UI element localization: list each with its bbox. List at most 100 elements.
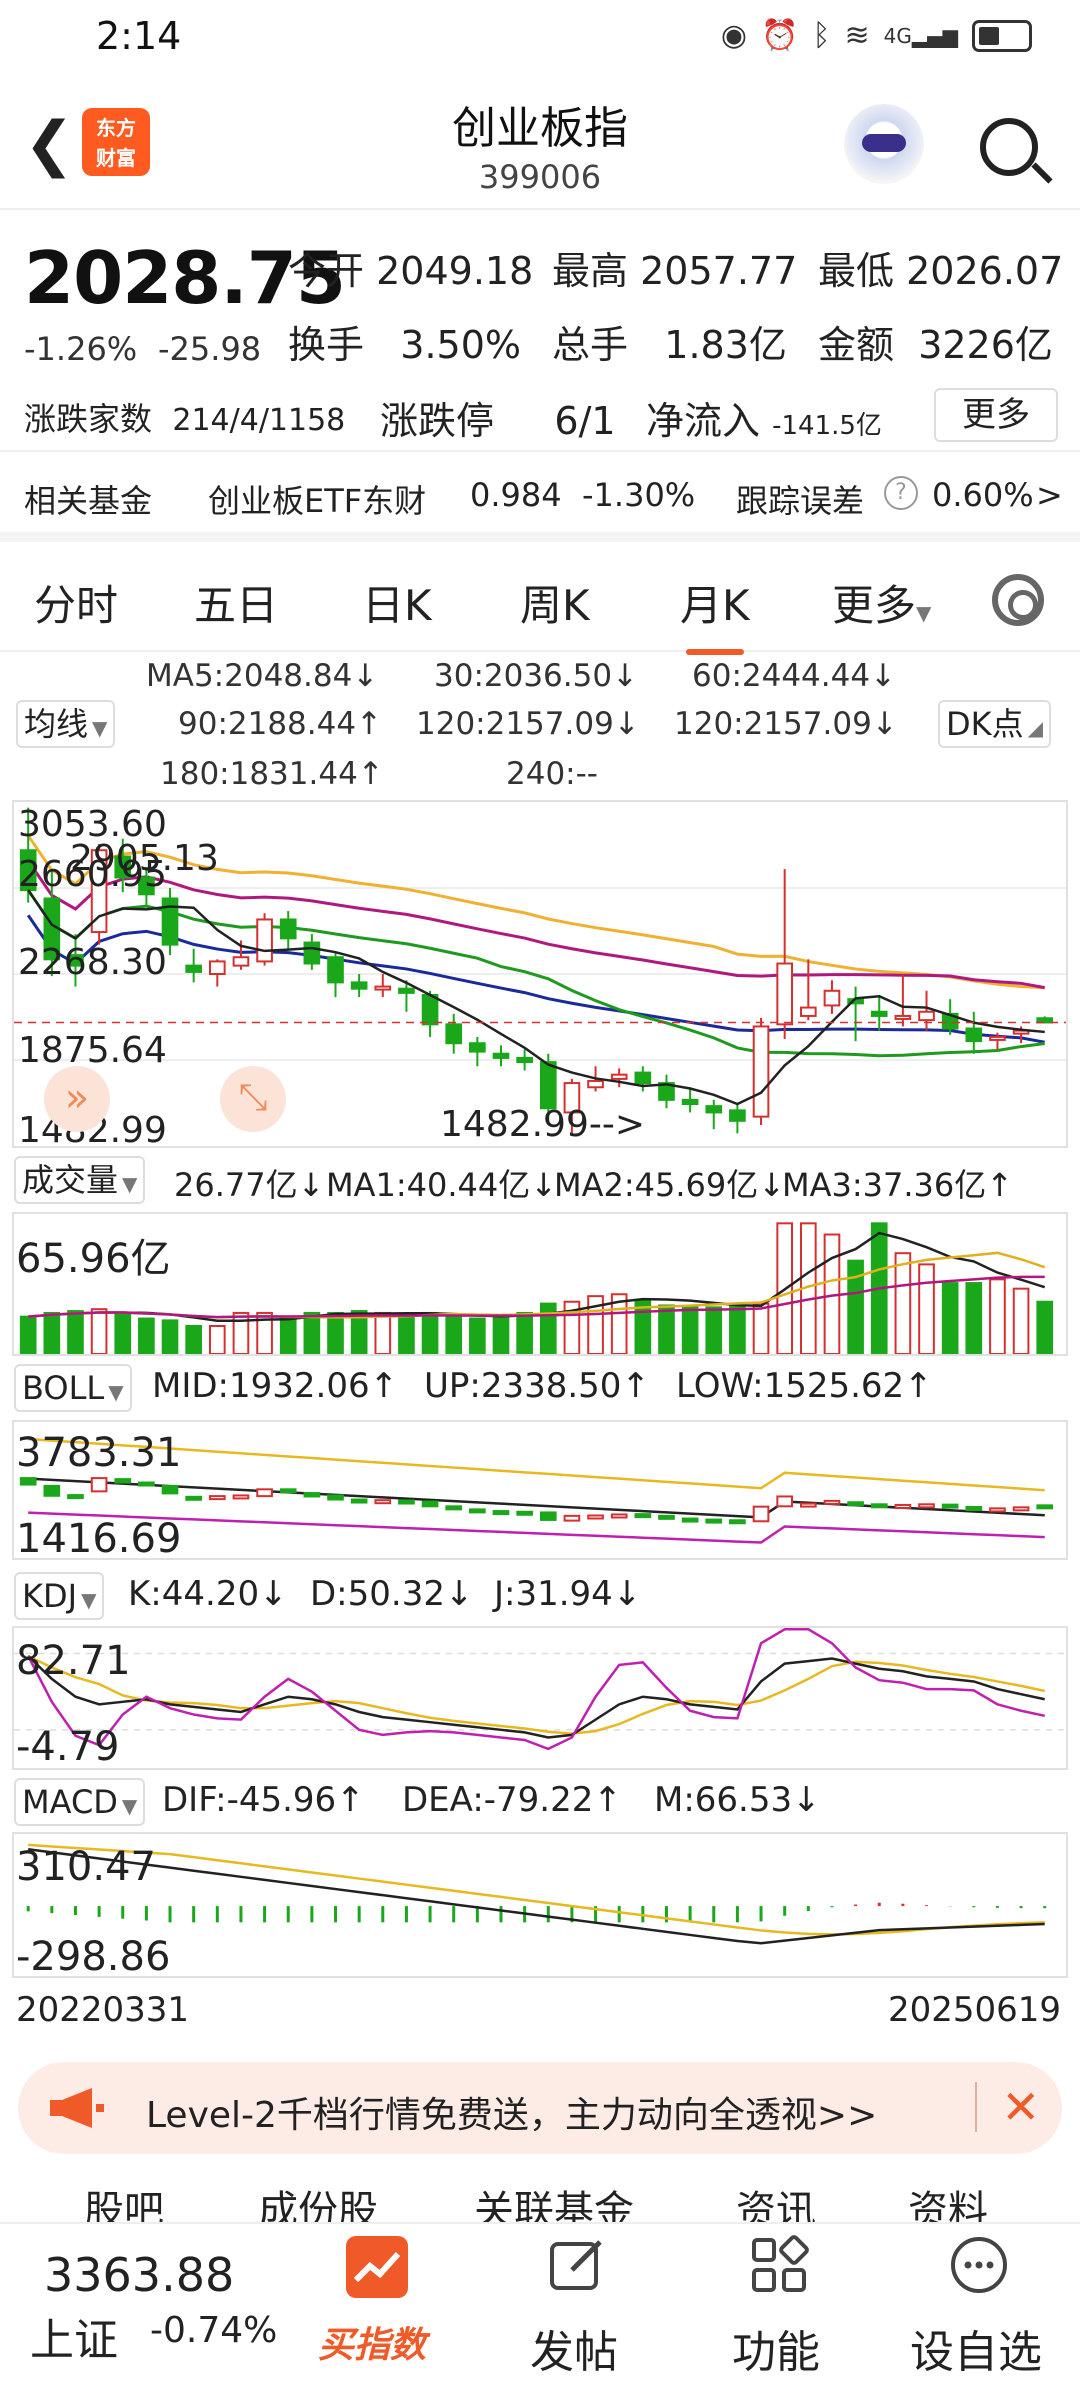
bottom-section-tabs: 股吧 成份股 关联基金 资讯 资料 xyxy=(0,2170,1080,2222)
candle xyxy=(539,1061,557,1110)
sh-index-value[interactable]: 3363.88 xyxy=(44,2248,234,2302)
volume-bar xyxy=(232,1311,250,1354)
tab-intraday[interactable]: 分时 xyxy=(34,572,118,633)
macd-chart[interactable]: 310.47 -298.86 xyxy=(12,1832,1068,1980)
macd-selector[interactable]: MACD ▼ xyxy=(14,1778,146,1826)
ma120-value: 120:2157.09↓ xyxy=(416,706,640,742)
macd-dif-line xyxy=(28,1848,1045,1945)
more-button[interactable]: 更多 xyxy=(934,388,1058,442)
tab-guba[interactable]: 股吧 xyxy=(84,2178,164,2222)
related-fund-row[interactable]: 相关基金 创业板ETF东财 0.984 -1.30% 跟踪误差 ? 0.60% … xyxy=(0,450,1080,542)
tab-five-day[interactable]: 五日 xyxy=(194,572,278,633)
boll-top-label: 3783.31 xyxy=(16,1430,182,1476)
volume-bar xyxy=(421,1311,439,1354)
open-label: 今开 xyxy=(288,249,365,293)
volume-bar xyxy=(752,1302,770,1354)
boll-candle xyxy=(19,1477,37,1486)
assistant-robot-icon[interactable] xyxy=(844,104,924,184)
help-icon[interactable]: ? xyxy=(884,476,918,510)
alarm-icon: ⏰ xyxy=(761,18,799,53)
boll-candle xyxy=(303,1492,321,1498)
tab-constituents[interactable]: 成份股 xyxy=(258,2178,378,2222)
candle xyxy=(445,1023,463,1045)
volume-chart[interactable]: 65.96亿 xyxy=(12,1212,1068,1356)
boll-candle xyxy=(587,1514,604,1520)
boll-candle xyxy=(681,1517,699,1523)
ma5-value: MA5:2048.84↓ xyxy=(146,658,379,694)
low-label: 最低 xyxy=(818,249,895,293)
breadth-value: 214/4/1158 xyxy=(172,403,346,438)
boll-candle xyxy=(965,1506,983,1511)
fund-name[interactable]: 创业板ETF东财 xyxy=(208,476,426,522)
search-icon[interactable] xyxy=(980,118,1038,176)
volume-bar xyxy=(705,1306,723,1354)
change-percent: -1.26% xyxy=(24,330,138,368)
tab-news[interactable]: 资讯 xyxy=(736,2178,816,2222)
more-circle-icon[interactable] xyxy=(948,2234,1010,2296)
tab-daily-k[interactable]: 日K xyxy=(362,572,432,633)
volume-value: 26.77亿↓ xyxy=(174,1166,325,1204)
amount-label: 金额 xyxy=(818,323,895,367)
chevron-right-icon: > xyxy=(1036,476,1063,514)
candle xyxy=(870,1010,888,1017)
add-favorite-label[interactable]: 设自选 xyxy=(910,2316,1042,2380)
volume-bar xyxy=(67,1310,84,1354)
volume-selector[interactable]: 成交量 ▼ xyxy=(14,1156,146,1204)
candle xyxy=(729,1109,746,1122)
boll-candle xyxy=(989,1507,1006,1513)
close-icon[interactable]: ✕ xyxy=(975,2082,1040,2132)
volume-bar xyxy=(658,1304,675,1354)
ma90-value: 90:2188.44↑ xyxy=(178,706,383,742)
tab-more[interactable]: 更多▼ xyxy=(832,572,931,633)
boll-candle xyxy=(539,1511,557,1521)
sh-index-name[interactable]: 上证 xyxy=(30,2304,118,2368)
candle xyxy=(374,985,392,991)
dk-point-toggle[interactable]: DK点 ◢ xyxy=(938,700,1052,748)
functions-label[interactable]: 功能 xyxy=(732,2316,820,2380)
kdj-d-line xyxy=(27,1654,1045,1735)
boll-candle xyxy=(421,1500,439,1508)
boll-candle xyxy=(114,1478,132,1484)
change-value: -25.98 xyxy=(158,330,262,368)
status-bar: 2:14 ◉ ⏰ ᛒ ≋ 4G▂▄▆ xyxy=(0,0,1080,78)
kdj-bottom-label: -4.79 xyxy=(16,1724,120,1770)
tab-weekly-k[interactable]: 周K xyxy=(520,572,590,633)
candle xyxy=(918,1010,935,1022)
tab-profile[interactable]: 资料 xyxy=(908,2178,988,2222)
ma-selector[interactable]: 均线 ▼ xyxy=(16,700,116,748)
functions-icon[interactable] xyxy=(748,2234,810,2296)
tab-monthly-k[interactable]: 月K xyxy=(680,572,750,655)
post-icon[interactable] xyxy=(546,2234,608,2296)
corner-icon: ◢ xyxy=(1027,716,1044,740)
volume-ma2: MA2:45.69亿↓ xyxy=(554,1166,786,1204)
turnover-value: 3.50% xyxy=(400,323,521,367)
ma30-value: 30:2036.50↓ xyxy=(434,658,639,694)
kline-chart[interactable]: 3053.60 2905.13 2660.95 2268.30 1875.64 … xyxy=(12,800,1068,1151)
boll-selector[interactable]: BOLL ▼ xyxy=(14,1364,132,1412)
level2-promo-banner[interactable]: Level-2千档行情免费送，主力动向全透视>> ✕ xyxy=(18,2062,1062,2154)
buy-index-icon[interactable] xyxy=(346,2236,408,2298)
volume-bar xyxy=(90,1308,108,1354)
ma60-value: 60:2444.44↓ xyxy=(692,658,897,694)
kdj-chart[interactable]: 82.71 -4.79 xyxy=(12,1626,1068,1770)
related-fund-label: 相关基金 xyxy=(24,482,153,520)
tab-related-funds[interactable]: 关联基金 xyxy=(474,2178,634,2222)
boll-candle xyxy=(90,1477,108,1493)
wifi-icon: ≋ xyxy=(844,18,870,53)
sh-index-pct[interactable]: -0.74% xyxy=(150,2310,277,2351)
boll-candle xyxy=(705,1518,723,1524)
candle xyxy=(610,1073,628,1080)
boll-candle xyxy=(634,1513,652,1519)
buy-index-label[interactable]: 买指数 xyxy=(318,2316,426,2368)
kdj-selector[interactable]: KDJ ▼ xyxy=(14,1572,105,1620)
low-value: 2026.07 xyxy=(906,249,1064,293)
chart-tabs: 分时 五日 日K 周K 月K 更多▼ xyxy=(0,552,1080,655)
macd-bottom-label: -298.86 xyxy=(16,1934,171,1980)
boll-chart[interactable]: 3783.31 1416.69 xyxy=(12,1420,1068,1562)
fullscreen-icon[interactable]: ⤡ xyxy=(220,1066,286,1132)
expand-left-icon[interactable]: » xyxy=(44,1066,110,1132)
post-label[interactable]: 发帖 xyxy=(530,2316,618,2380)
boll-candle xyxy=(870,1503,888,1509)
gear-icon[interactable] xyxy=(992,574,1044,626)
macd-svg xyxy=(26,1843,1047,1945)
